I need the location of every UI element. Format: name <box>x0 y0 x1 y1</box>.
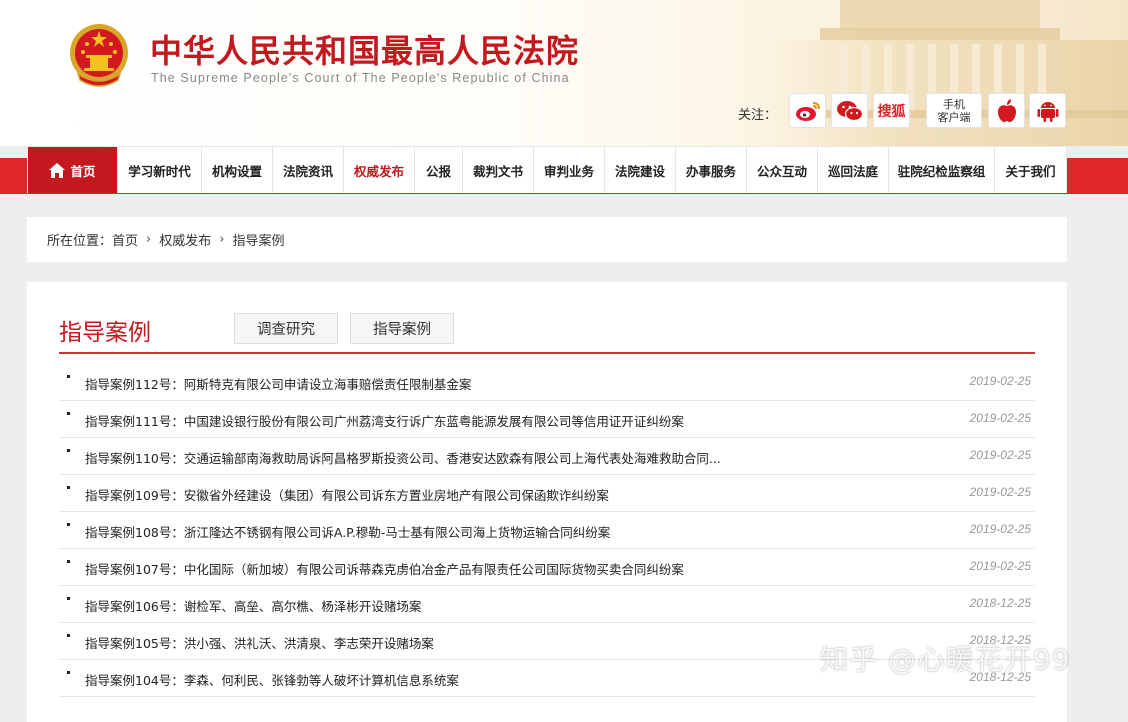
list-item[interactable]: 指导案例107号：中化国际（新加坡）有限公司诉蒂森克虏伯冶金产品有限责任公司国际… <box>59 549 1035 586</box>
breadcrumb: 所在位置： 首页 › 权威发布 › 指导案例 <box>27 217 1067 262</box>
watermark: 知乎 @心暖花开99 <box>820 643 1071 676</box>
breadcrumb-prefix: 所在位置： <box>47 234 113 249</box>
case-date: 2018-12-25 <box>969 596 1031 610</box>
list-item[interactable]: 指导案例108号：浙江隆达不锈钢有限公司诉A.P.穆勒-马士基有限公司海上货物运… <box>59 512 1035 549</box>
weibo-button[interactable] <box>789 93 826 128</box>
nav-item-discipline-group[interactable]: 驻院纪检监察组 <box>889 147 995 193</box>
mobile-client-button[interactable]: 手机 客户端 <box>926 93 982 128</box>
nav-item-study[interactable]: 学习新时代 <box>118 147 202 193</box>
site-subtitle: The Supreme People's Court of The People… <box>151 71 570 85</box>
case-title[interactable]: 指导案例111号：中国建设银行股份有限公司广州荔湾支行诉广东蓝粤能源发展有限公司… <box>85 411 684 430</box>
case-date: 2019-02-25 <box>969 485 1031 499</box>
case-title[interactable]: 指导案例105号：洪小强、洪礼沃、洪清泉、李志荣开设赌场案 <box>85 633 434 652</box>
tab-research[interactable]: 调查研究 <box>234 313 338 344</box>
case-title[interactable]: 指导案例106号：谢检军、高垒、高尔樵、杨泽彬开设赌场案 <box>85 596 421 615</box>
case-title[interactable]: 指导案例112号：阿斯特克有限公司申请设立海事赔偿责任限制基金案 <box>85 374 471 393</box>
case-title[interactable]: 指导案例110号：交通运输部南海救助局诉阿昌格罗斯投资公司、香港安达欧森有限公司… <box>85 448 721 467</box>
case-date: 2019-02-25 <box>969 448 1031 462</box>
weibo-icon <box>795 101 820 121</box>
bullet-icon <box>67 449 70 452</box>
section-divider <box>59 352 1035 354</box>
nav-item-public-interaction[interactable]: 公众互动 <box>747 147 818 193</box>
nav-item-services[interactable]: 办事服务 <box>676 147 747 193</box>
site-title: 中华人民共和国最高人民法院 <box>150 32 580 70</box>
bullet-icon <box>67 597 70 600</box>
nav-item-gazette[interactable]: 公报 <box>415 147 463 193</box>
sohu-label: 搜狐 <box>877 103 906 120</box>
nav-item-authoritative-release[interactable]: 权威发布 <box>344 147 415 193</box>
breadcrumb-home[interactable]: 首页 <box>112 230 138 249</box>
case-title[interactable]: 指导案例109号：安徽省外经建设（集团）有限公司诉东方置业房地产有限公司保函欺诈… <box>85 485 609 504</box>
case-date: 2019-02-25 <box>969 411 1031 425</box>
bullet-icon <box>67 671 70 674</box>
case-title[interactable]: 指导案例104号：李森、何利民、张锋勃等人破坏计算机信息系统案 <box>85 670 459 689</box>
case-date: 2019-02-25 <box>969 559 1031 573</box>
list-item[interactable]: 指导案例109号：安徽省外经建设（集团）有限公司诉东方置业房地产有限公司保函欺诈… <box>59 475 1035 512</box>
national-emblem-icon <box>70 24 128 87</box>
case-date: 2019-02-25 <box>969 522 1031 536</box>
wechat-icon <box>836 100 863 121</box>
case-title[interactable]: 指导案例108号：浙江隆达不锈钢有限公司诉A.P.穆勒-马士基有限公司海上货物运… <box>85 522 610 541</box>
android-button[interactable] <box>1029 93 1066 128</box>
mobile-label-line1: 手机 <box>943 97 965 111</box>
chevron-right-icon: › <box>219 232 225 247</box>
breadcrumb-authoritative-release[interactable]: 权威发布 <box>159 230 211 249</box>
bullet-icon <box>67 486 70 489</box>
nav-item-trial-business[interactable]: 审判业务 <box>534 147 605 193</box>
nav-item-home[interactable]: 首页 <box>28 147 118 193</box>
case-date: 2019-02-25 <box>969 374 1031 388</box>
list-item[interactable]: 指导案例106号：谢检军、高垒、高尔樵、杨泽彬开设赌场案 2018-12-25 <box>59 586 1035 623</box>
chevron-right-icon: › <box>146 232 152 247</box>
nav-item-circuit-court[interactable]: 巡回法庭 <box>818 147 889 193</box>
home-icon <box>49 162 66 178</box>
nav-item-label: 首页 <box>70 163 96 179</box>
case-title[interactable]: 指导案例107号：中化国际（新加坡）有限公司诉蒂森克虏伯冶金产品有限责任公司国际… <box>85 559 684 578</box>
bullet-icon <box>67 375 70 378</box>
tab-guiding-cases[interactable]: 指导案例 <box>350 313 454 344</box>
nav-item-organization[interactable]: 机构设置 <box>202 147 273 193</box>
wechat-button[interactable] <box>831 93 868 128</box>
list-item[interactable]: 指导案例112号：阿斯特克有限公司申请设立海事赔偿责任限制基金案 2019-02-… <box>59 364 1035 401</box>
list-item[interactable]: 指导案例111号：中国建设银行股份有限公司广州荔湾支行诉广东蓝粤能源发展有限公司… <box>59 401 1035 438</box>
bullet-icon <box>67 412 70 415</box>
mobile-label-line2: 客户端 <box>937 110 971 124</box>
nav-item-about-us[interactable]: 关于我们 <box>995 147 1066 193</box>
android-icon <box>1037 101 1058 122</box>
list-item[interactable]: 指导案例110号：交通运输部南海救助局诉阿昌格罗斯投资公司、香港安达欧森有限公司… <box>59 438 1035 475</box>
bullet-icon <box>67 634 70 637</box>
apple-icon <box>997 98 1016 122</box>
bullet-icon <box>67 560 70 563</box>
breadcrumb-guiding-cases[interactable]: 指导案例 <box>232 230 284 249</box>
section-title: 指导案例 <box>59 320 151 346</box>
follow-label: 关注： <box>738 108 778 123</box>
main-nav: 首页 学习新时代 机构设置 法院资讯 权威发布 公报 裁判文书 审判业务 法院建… <box>27 146 1067 193</box>
nav-item-judgments[interactable]: 裁判文书 <box>463 147 534 193</box>
sohu-button[interactable]: 搜狐 <box>873 93 910 128</box>
nav-item-court-construction[interactable]: 法院建设 <box>605 147 676 193</box>
site-header: 中华人民共和国最高人民法院 The Supreme People's Court… <box>0 0 1128 146</box>
apple-button[interactable] <box>988 93 1025 128</box>
bullet-icon <box>67 523 70 526</box>
nav-item-news[interactable]: 法院资讯 <box>273 147 344 193</box>
